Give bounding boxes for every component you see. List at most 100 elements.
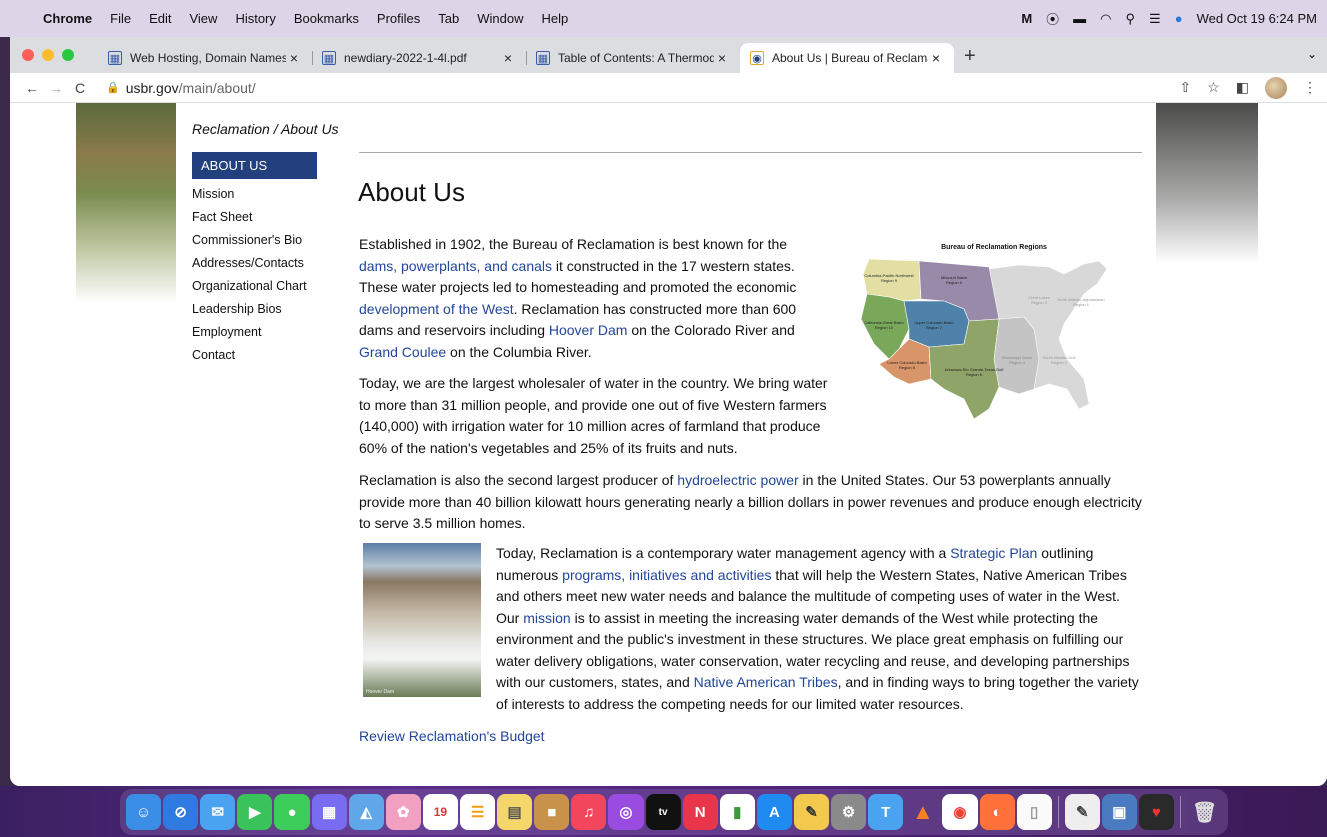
mission-link[interactable]: mission <box>523 610 570 626</box>
reminders-icon[interactable]: ☰ <box>459 794 496 830</box>
native-american-tribes-link[interactable]: Native American Tribes <box>694 674 838 690</box>
photo-caption: Hoover Dam <box>366 689 395 695</box>
dams-link[interactable]: dams, powerplants, and canals <box>359 258 552 274</box>
desktop-app-icon[interactable]: T <box>868 794 904 830</box>
tab-pdf[interactable]: ▦ newdiary-2022-1-4l.pdf × <box>312 43 526 73</box>
tv-icon[interactable]: tv <box>645 794 681 830</box>
activity-monitor-icon[interactable]: ♥ <box>1138 794 1175 830</box>
photos-icon[interactable]: ✿ <box>385 794 421 830</box>
messages-icon[interactable]: ● <box>274 794 310 830</box>
preview-icon[interactable]: ▣ <box>1101 794 1137 830</box>
address-bar[interactable]: 🔒 usbr.gov/main/about/ <box>106 80 256 96</box>
clock[interactable]: Wed Oct 19 6:24 PM <box>1197 11 1317 26</box>
tab-close-icon[interactable]: × <box>500 50 516 66</box>
bookmark-star-icon[interactable]: ☆ <box>1207 79 1220 96</box>
sidebar-item-mission[interactable]: Mission <box>192 183 317 206</box>
close-window-button[interactable] <box>22 49 34 61</box>
more-menu-icon[interactable]: ⋮ <box>1303 79 1317 96</box>
wifi-icon[interactable]: ◠ <box>1100 11 1111 27</box>
right-banner-image <box>1156 103 1258 263</box>
tab-close-icon[interactable]: × <box>286 50 302 66</box>
grand-coulee-link[interactable]: Grand Coulee <box>359 344 446 360</box>
maps-icon[interactable]: ◭ <box>348 794 384 830</box>
menu-profiles[interactable]: Profiles <box>368 11 429 26</box>
tab-close-icon[interactable]: × <box>714 50 730 66</box>
sidebar-item-leadership-bios[interactable]: Leadership Bios <box>192 298 317 321</box>
menu-help[interactable]: Help <box>533 11 578 26</box>
app-store-icon[interactable]: A <box>756 794 792 830</box>
chrome-icon[interactable]: ◉ <box>942 794 978 830</box>
text: Today, Reclamation is a contemporary wat… <box>496 545 951 561</box>
sidebar-item-about-us[interactable]: ABOUT US <box>192 152 317 179</box>
url-path: /main/about/ <box>178 79 256 96</box>
control-center-icon[interactable]: ☰ <box>1149 11 1161 27</box>
menu-tab[interactable]: Tab <box>429 11 468 26</box>
status-m-icon[interactable]: M <box>1021 11 1032 26</box>
lock-icon[interactable]: 🔒 <box>106 81 120 94</box>
minimize-window-button[interactable] <box>42 49 54 61</box>
maximize-window-button[interactable] <box>62 49 74 61</box>
hydroelectric-link[interactable]: hydroelectric power <box>677 472 798 488</box>
tab-table-of-contents[interactable]: ▦ Table of Contents: A Thermody × <box>526 43 740 73</box>
search-icon[interactable]: ⚲ <box>1126 11 1136 27</box>
news-icon[interactable]: N <box>682 794 718 830</box>
sidebar-item-fact-sheet[interactable]: Fact Sheet <box>192 206 317 229</box>
new-tab-button[interactable]: + <box>954 45 986 72</box>
notes-icon[interactable]: ▤ <box>497 794 533 830</box>
forward-icon[interactable]: → <box>44 80 68 96</box>
budget-link[interactable]: Review Reclamation's Budget <box>359 726 545 748</box>
url-domain: usbr.gov <box>125 79 179 96</box>
menu-history[interactable]: History <box>226 11 284 26</box>
launchpad-icon[interactable]: ▦ <box>311 794 347 830</box>
numbers-icon[interactable]: ▮ <box>719 794 755 830</box>
play-icon[interactable]: ⦿ <box>1046 9 1059 28</box>
map-sublabel-region-8: Region 8 <box>899 365 916 370</box>
battery-icon[interactable]: ▬ <box>1073 11 1086 26</box>
strategic-plan-link[interactable]: Strategic Plan <box>950 545 1037 561</box>
hoover-dam-photo: Hoover Dam <box>363 543 481 697</box>
safari-icon[interactable]: ⊘ <box>163 794 199 830</box>
profile-avatar[interactable] <box>1265 76 1287 99</box>
calendar-icon[interactable]: 19 <box>422 794 458 830</box>
music-icon[interactable]: ♫ <box>571 794 607 830</box>
side-panel-icon[interactable]: ◧ <box>1236 79 1249 96</box>
share-icon[interactable]: ⇧ <box>1179 79 1191 96</box>
menu-view[interactable]: View <box>180 11 226 26</box>
finder-icon[interactable]: ☺ <box>126 794 162 830</box>
textedit-icon[interactable]: ✎ <box>1064 794 1100 830</box>
trash-icon[interactable]: 🗑 <box>1187 794 1222 830</box>
siri-icon[interactable]: ● <box>1175 11 1183 26</box>
mail-icon[interactable]: ✉ <box>200 794 236 830</box>
firefox-icon[interactable]: ◐ <box>979 794 1015 830</box>
sidebar-item-contact[interactable]: Contact <box>192 344 317 367</box>
reload-icon[interactable]: C <box>68 80 92 96</box>
chevron-down-icon[interactable]: ⌄ <box>1307 47 1317 61</box>
app-icon[interactable]: ■ <box>534 794 570 830</box>
text: Reclamation is also the second largest p… <box>359 472 678 488</box>
sidebar-item-addresses[interactable]: Addresses/Contacts <box>192 252 317 275</box>
sidebar-item-employment[interactable]: Employment <box>192 321 317 344</box>
map-sublabel-region-1: Region 1 <box>1073 302 1090 307</box>
programs-link[interactable]: programs, initiatives and activities <box>562 567 771 583</box>
sidebar-item-org-chart[interactable]: Organizational Chart <box>192 275 317 298</box>
back-icon[interactable]: ← <box>20 80 44 96</box>
menu-edit[interactable]: Edit <box>140 11 180 26</box>
menu-chrome[interactable]: Chrome <box>34 11 101 26</box>
tab-about-us[interactable]: ◉ About Us | Bureau of Reclamat × <box>740 43 954 73</box>
facetime-icon[interactable]: ▶ <box>237 794 273 830</box>
scripts-icon[interactable]: ✎ <box>793 794 830 830</box>
dock: ☺ ⊘ ✉ ▶ ● ▦ ◭ ✿ 19 ☰ ▤ ■ ♫ ◎ tv N ▮ A ✎ … <box>120 789 1228 835</box>
sidebar-item-commissioners-bio[interactable]: Commissioner's Bio <box>192 229 317 252</box>
vlc-icon[interactable]: ▲ <box>905 794 940 830</box>
menu-window[interactable]: Window <box>468 11 532 26</box>
menu-file[interactable]: File <box>101 11 140 26</box>
podcasts-icon[interactable]: ◎ <box>608 794 644 830</box>
menu-bookmarks[interactable]: Bookmarks <box>285 11 368 26</box>
hoover-dam-link[interactable]: Hoover Dam <box>549 322 628 338</box>
window-controls <box>22 49 74 61</box>
tab-web-hosting[interactable]: ▦ Web Hosting, Domain Names, × <box>98 43 312 73</box>
system-preferences-icon[interactable]: ⚙ <box>831 794 867 830</box>
development-link[interactable]: development of the West <box>359 301 514 317</box>
tab-close-icon[interactable]: × <box>928 50 944 66</box>
document-icon[interactable]: ▯ <box>1016 794 1052 830</box>
